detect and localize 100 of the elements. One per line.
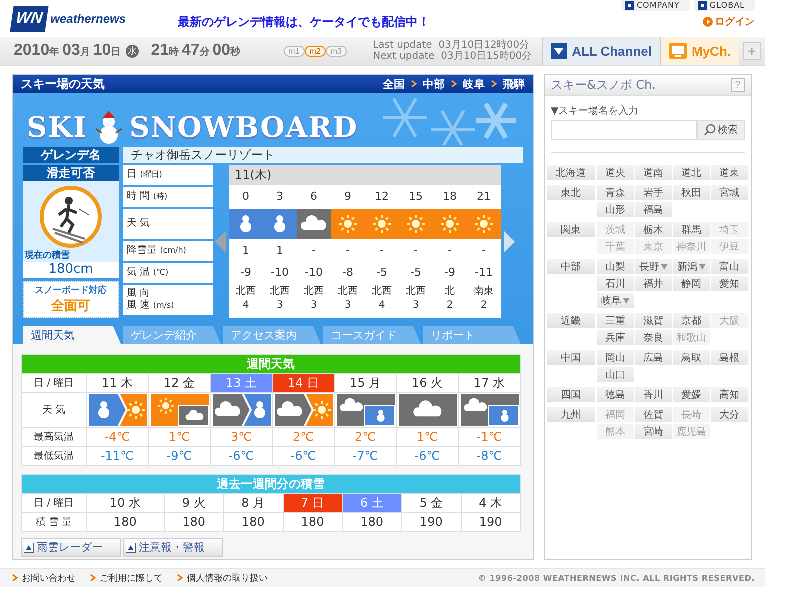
region-button[interactable]: 近畿: [547, 313, 595, 328]
prefecture-button[interactable]: 道北: [673, 165, 710, 180]
prefecture-button[interactable]: 三重: [597, 313, 634, 328]
prefecture-button[interactable]: 岐阜: [597, 293, 634, 308]
prefecture-button[interactable]: 宮城: [711, 185, 748, 200]
dropdown-icon: [698, 264, 706, 270]
breadcrumb-link[interactable]: 中部: [423, 76, 445, 92]
footer-link[interactable]: ご利用に際して: [90, 572, 163, 584]
prefecture-button[interactable]: 愛知: [711, 276, 748, 291]
table-cell-text: 0: [242, 189, 250, 205]
triangle-icon: [24, 542, 34, 552]
footer-link[interactable]: 個人情報の取り扱い: [177, 572, 268, 584]
prefecture-button[interactable]: 大分: [711, 407, 748, 422]
breadcrumb-link[interactable]: 岐阜: [463, 76, 485, 92]
update-text: Next update 03月10日15時00分: [373, 51, 532, 62]
search-label: ▼スキー場名を入力: [551, 104, 640, 118]
header-link[interactable]: GLOBAL: [694, 0, 755, 11]
prefecture-button[interactable]: 高知: [711, 387, 748, 402]
region-button[interactable]: 中部: [547, 259, 595, 274]
table-cell: 2: [446, 299, 454, 313]
bottom-tab-link[interactable]: 雨雲レーダー: [21, 538, 121, 557]
row-label: 最高気温: [22, 428, 86, 446]
bottom-tab-link[interactable]: 注意報・警報: [123, 538, 223, 557]
prefecture-button[interactable]: 岡山: [597, 350, 634, 365]
region-button[interactable]: 四国: [547, 387, 595, 402]
table-cell: -6℃: [272, 446, 334, 466]
region-button[interactable]: 九州: [547, 407, 595, 422]
table-cell-text: -: [345, 243, 351, 259]
prefecture-button[interactable]: 山形: [597, 202, 634, 217]
chevron-icon: [177, 574, 183, 582]
chevron-icon: [411, 80, 417, 88]
logo-mark: WN: [10, 6, 48, 32]
prefecture-button[interactable]: 福島: [635, 202, 672, 217]
prefecture-button[interactable]: 岩手: [635, 185, 672, 200]
prefecture-button[interactable]: 群馬: [673, 222, 710, 237]
prefecture-button[interactable]: 道東: [711, 165, 748, 180]
prefecture-button[interactable]: 香川: [635, 387, 672, 402]
prefecture-button[interactable]: 兵庫: [597, 330, 634, 345]
prefecture-button[interactable]: 石川: [597, 276, 634, 291]
table-cell: 180: [224, 512, 284, 532]
snow-depth-label: 現在の積雪: [24, 250, 70, 262]
prefecture-button[interactable]: 愛媛: [673, 387, 710, 402]
chevron-icon: [491, 80, 497, 88]
login-link[interactable]: ログイン: [703, 15, 755, 29]
table-cell: 1℃: [148, 428, 210, 446]
prefecture-button[interactable]: 山梨: [597, 259, 634, 274]
table-cell-text: 21: [476, 189, 492, 205]
region-button[interactable]: 中国: [547, 350, 595, 365]
prefecture-button[interactable]: 静岡: [673, 276, 710, 291]
prefecture-button[interactable]: 富山: [711, 259, 748, 274]
breadcrumb-link[interactable]: 飛騨: [503, 76, 525, 92]
row-label: 降雪量 (cm/h): [127, 245, 188, 257]
table-cell: 1℃: [396, 428, 458, 446]
prefecture-button[interactable]: 新潟: [673, 259, 710, 274]
breadcrumb-link[interactable]: 全国: [383, 76, 405, 92]
region-button[interactable]: 関東: [547, 222, 595, 237]
weekday-badge: 水: [126, 44, 140, 58]
table-cell: -1℃: [458, 428, 520, 446]
region-button[interactable]: 北海道: [547, 165, 595, 180]
prefecture-button[interactable]: 道央: [597, 165, 634, 180]
dropdown-icon: [622, 298, 630, 304]
row-label: 気 温 (℃): [127, 267, 170, 279]
prefecture-button[interactable]: 長野: [635, 259, 672, 274]
size-button[interactable]: m2: [304, 46, 326, 56]
prefecture-button[interactable]: 広島: [635, 350, 672, 365]
table-cell: 3: [344, 299, 352, 313]
search-button[interactable]: 検索: [697, 120, 745, 140]
header-link[interactable]: COMPANY: [620, 0, 690, 11]
prefecture-button[interactable]: 青森: [597, 185, 634, 200]
prefecture-button[interactable]: 滋賀: [635, 313, 672, 328]
table-cell: 3℃: [210, 428, 272, 446]
prefecture-button[interactable]: 徳島: [597, 387, 634, 402]
prefecture-button[interactable]: 山口: [597, 367, 634, 382]
prefecture-button[interactable]: 秋田: [673, 185, 710, 200]
table-cell: 2℃: [334, 428, 396, 446]
prefecture-button[interactable]: 宮崎: [635, 424, 672, 439]
prefecture-button[interactable]: 福井: [635, 276, 672, 291]
play-icon: [703, 17, 713, 27]
prefecture-button[interactable]: 佐賀: [635, 407, 672, 422]
footer-link[interactable]: お問い合わせ: [12, 572, 76, 584]
banner-title: SKI: [27, 111, 88, 145]
table-cell-text: -9: [240, 265, 252, 281]
all-channel-button[interactable]: ALL Channel: [542, 37, 660, 65]
row-label: 天 気: [127, 218, 152, 230]
table-title: 週間天気: [22, 354, 520, 374]
prefecture-button[interactable]: 栃木: [635, 222, 672, 237]
previous-arrow-icon[interactable]: [215, 230, 227, 252]
table-cell-text: -: [447, 243, 453, 259]
prefecture-button[interactable]: 島根: [711, 350, 748, 365]
prefecture-button[interactable]: 鳥取: [673, 350, 710, 365]
tab[interactable]: 週間天気: [23, 326, 121, 344]
prefecture-button[interactable]: 京都: [673, 313, 710, 328]
prefecture-button[interactable]: 奈良: [635, 330, 672, 345]
date-text: 2010年 03月 10日: [14, 42, 122, 60]
search-field[interactable]: [551, 120, 697, 140]
region-button[interactable]: 東北: [547, 185, 595, 200]
table-cell-text: 15: [408, 189, 424, 205]
status-heading: 滑走可否: [23, 165, 119, 181]
resort-name: チャオ御岳スノーリゾート: [123, 147, 523, 163]
prefecture-button[interactable]: 道南: [635, 165, 672, 180]
